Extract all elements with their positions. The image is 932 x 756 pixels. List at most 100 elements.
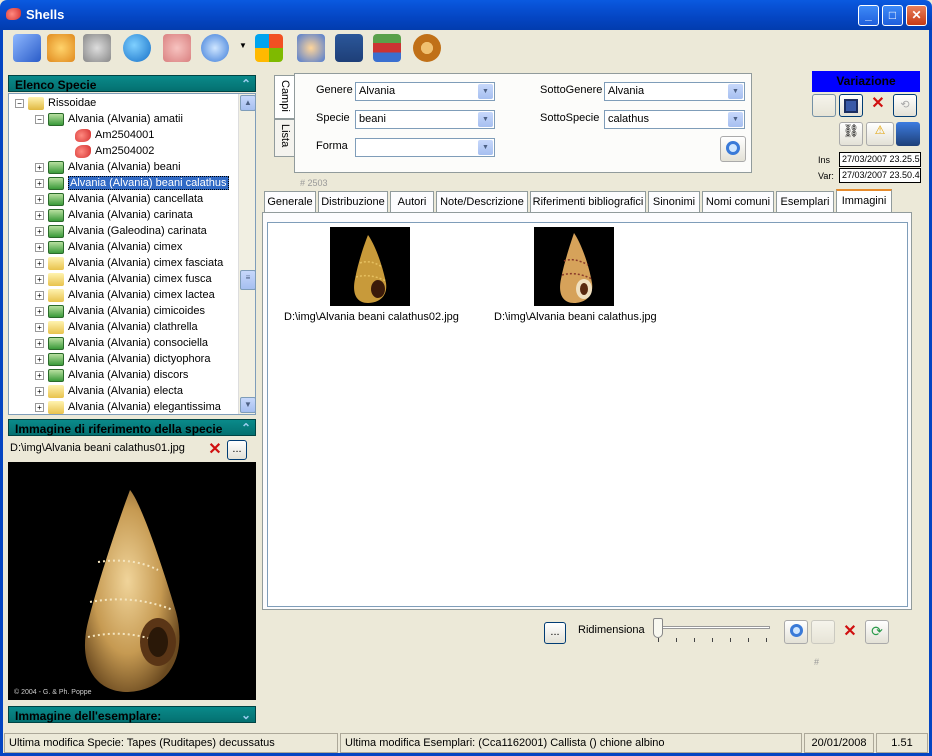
tree-item[interactable]: Am2504001 — [75, 127, 154, 143]
browse-ref-image-button[interactable]: ... — [227, 440, 247, 460]
tab-sinonimi[interactable]: Sinonimi — [648, 191, 700, 212]
warning-list-button[interactable]: ⚠ — [866, 122, 894, 146]
thumbnail-image[interactable] — [330, 227, 410, 306]
expand-toggle-icon[interactable]: + — [35, 290, 44, 300]
tab-campi[interactable]: Campi — [274, 75, 294, 119]
slider-thumb[interactable] — [653, 618, 663, 638]
expand-toggle-icon[interactable]: + — [35, 242, 44, 252]
tree-item[interactable]: + Alvania (Alvania) cancellata — [35, 191, 203, 207]
scroll-up-button[interactable]: ▲ — [240, 95, 255, 111]
forma-combo[interactable]: ▼ — [355, 138, 495, 157]
windows-icon[interactable] — [255, 34, 283, 62]
tree-item[interactable]: + Alvania (Alvania) cimex — [35, 239, 182, 255]
expand-toggle-icon[interactable]: + — [35, 194, 44, 204]
tree-item[interactable]: + Alvania (Alvania) beani calathus — [35, 175, 229, 191]
tab-lista[interactable]: Lista — [274, 119, 294, 157]
refresh-image-button[interactable]: ⟳ — [865, 620, 889, 644]
tab-nomi-comuni[interactable]: Nomi comuni — [702, 191, 774, 212]
expand-toggle-icon[interactable]: + — [35, 338, 44, 348]
search-tool-icon[interactable] — [201, 34, 229, 62]
sottogenere-combo[interactable]: Alvania ▼ — [604, 82, 745, 101]
export-word-icon[interactable] — [335, 34, 363, 62]
sottospecie-combo[interactable]: calathus ▼ — [604, 110, 745, 129]
globe-icon[interactable] — [123, 34, 151, 62]
search-button[interactable] — [720, 136, 746, 162]
tab-esemplari[interactable]: Esemplari — [776, 191, 834, 212]
expand-toggle-icon[interactable]: + — [35, 226, 44, 236]
exit-door-icon[interactable] — [13, 34, 41, 62]
scroll-down-button[interactable]: ▼ — [240, 397, 255, 413]
collapse-chevron-icon[interactable]: ⌃ — [241, 421, 251, 435]
tree-item[interactable]: + Alvania (Alvania) carinata — [35, 207, 193, 223]
collapse-toggle-icon[interactable]: − — [35, 114, 44, 124]
tree-item[interactable]: + Alvania (Alvania) consociella — [35, 335, 208, 351]
tree-item[interactable]: − Rissoidae — [15, 95, 96, 111]
expand-toggle-icon[interactable]: + — [35, 306, 44, 316]
expand-toggle-icon[interactable]: + — [35, 402, 44, 412]
delete-record-button[interactable]: ✕ — [866, 94, 890, 117]
tree-item[interactable]: + Alvania (Alvania) beani — [35, 159, 181, 175]
tree-item[interactable]: + Alvania (Galeodina) carinata — [35, 223, 207, 239]
zoom-image-button[interactable] — [784, 620, 808, 644]
genere-combo[interactable]: Alvania ▼ — [355, 82, 495, 101]
delete-image-button[interactable]: ✕ — [838, 620, 862, 644]
ref-image-header[interactable]: Immagine di riferimento della specie ⌃ — [8, 419, 256, 436]
delete-ref-image-button[interactable]: ✕ — [205, 440, 225, 460]
shell-map-icon[interactable] — [163, 34, 191, 62]
books-icon[interactable] — [373, 34, 401, 62]
new-record-button[interactable] — [812, 94, 836, 117]
minimize-button[interactable]: _ — [858, 5, 879, 26]
expand-toggle-icon[interactable]: + — [35, 210, 44, 220]
word-export-button[interactable] — [896, 122, 920, 146]
browse-image-button[interactable]: ... — [544, 622, 566, 644]
tab-distribuzione[interactable]: Distribuzione — [318, 191, 388, 212]
tab-note-descrizione[interactable]: Note/Descrizione — [436, 191, 528, 212]
help-icon[interactable] — [47, 34, 75, 62]
tree-item[interactable]: − Alvania (Alvania) amatii — [35, 111, 183, 127]
expand-chevron-icon[interactable]: ⌄ — [241, 708, 251, 722]
tree-item[interactable]: + Alvania (Alvania) elegantissima — [35, 399, 221, 414]
collapse-toggle-icon[interactable]: − — [15, 98, 24, 108]
expand-toggle-icon[interactable]: + — [35, 274, 44, 284]
expand-toggle-icon[interactable]: + — [35, 386, 44, 396]
expand-toggle-icon[interactable]: + — [35, 322, 44, 332]
expand-toggle-icon[interactable]: + — [35, 370, 44, 380]
scroll-thumb[interactable]: ≡ — [240, 270, 255, 290]
close-button[interactable]: ✕ — [906, 5, 927, 26]
save-record-button[interactable] — [839, 94, 863, 117]
chevron-down-icon[interactable]: ▼ — [478, 112, 493, 127]
tab-generale[interactable]: Generale — [264, 191, 316, 212]
settings-gear-icon[interactable] — [413, 34, 441, 62]
specie-combo[interactable]: beani ▼ — [355, 110, 495, 129]
edit-image-button[interactable] — [811, 620, 835, 644]
tab-riferimenti[interactable]: Riferimenti bibliografici — [530, 191, 646, 212]
tree-item[interactable]: + Alvania (Alvania) clathrella — [35, 319, 198, 335]
tree-item[interactable]: + Alvania (Alvania) cimicoides — [35, 303, 205, 319]
chevron-down-icon[interactable]: ▼ — [478, 140, 493, 155]
thumbnail-image[interactable] — [534, 227, 614, 306]
chevron-down-icon[interactable]: ▼ — [728, 112, 743, 127]
tree-item[interactable]: + Alvania (Alvania) cimex fusca — [35, 271, 212, 287]
link-button[interactable]: ⛓ — [839, 122, 863, 146]
expand-toggle-icon[interactable]: + — [35, 354, 44, 364]
tree-item[interactable]: + Alvania (Alvania) dictyophora — [35, 351, 210, 367]
chevron-down-icon[interactable]: ▼ — [478, 84, 493, 99]
expand-toggle-icon[interactable]: + — [35, 162, 44, 172]
tab-immagini[interactable]: Immagini — [836, 189, 892, 213]
species-tree[interactable]: − Rissoidae − Alvania (Alvania) amatii Am250… — [8, 93, 256, 415]
tree-item[interactable]: + Alvania (Alvania) cimex fasciata — [35, 255, 223, 271]
tree-item[interactable]: Am2504002 — [75, 143, 154, 159]
resize-slider[interactable] — [652, 616, 774, 646]
tab-autori[interactable]: Autori — [390, 191, 434, 212]
expand-toggle-icon[interactable]: + — [35, 258, 44, 268]
specimen-image-header[interactable]: Immagine dell'esemplare: ⌄ — [8, 706, 256, 723]
expand-toggle-icon[interactable]: + — [35, 178, 44, 188]
chevron-down-icon[interactable]: ▼ — [728, 84, 743, 99]
author-icon[interactable] — [83, 34, 111, 62]
collapse-chevron-icon[interactable]: ⌃ — [241, 77, 251, 91]
tree-item[interactable]: + Alvania (Alvania) electa — [35, 383, 183, 399]
species-list-header[interactable]: Elenco Specie ⌃ — [8, 75, 256, 92]
tree-item[interactable]: + Alvania (Alvania) discors — [35, 367, 188, 383]
dropdown-arrow-icon[interactable]: ▼ — [239, 41, 247, 50]
tree-item[interactable]: + Alvania (Alvania) cimex lactea — [35, 287, 215, 303]
